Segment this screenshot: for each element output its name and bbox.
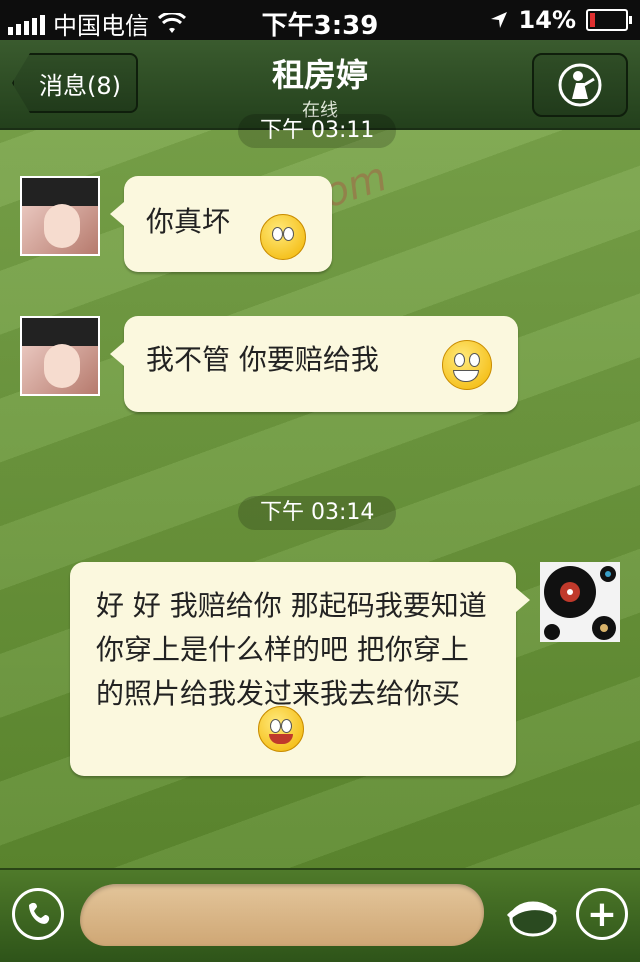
plus-icon: + [586, 893, 618, 935]
plus-button[interactable]: + [576, 888, 628, 940]
message-text: 我不管 你要赔给我 [146, 343, 379, 376]
timestamp: 下午 03:14 [238, 496, 397, 530]
emoticon-button[interactable] [502, 884, 562, 944]
cap-icon [507, 901, 557, 937]
my-avatar[interactable] [540, 562, 620, 642]
contact-avatar[interactable] [20, 316, 100, 396]
status-right: 14% [489, 6, 632, 34]
voice-button[interactable] [12, 888, 64, 940]
message-input[interactable] [80, 884, 484, 946]
battery-icon [586, 9, 632, 31]
message-bubble[interactable]: 我不管 你要赔给我 [110, 316, 518, 412]
battery-fill [590, 13, 595, 27]
message-text: 你真坏 [146, 205, 231, 238]
timestamp: 下午 03:11 [238, 114, 397, 148]
grin-emoji-icon [442, 340, 492, 390]
smile-emoji-icon [260, 214, 306, 260]
chat-area[interactable]: 下午 03:11 52vwei.com 你真坏 我不管 你要赔给我 下午 03:… [0, 114, 640, 868]
contact-avatar[interactable] [20, 176, 100, 256]
vinyl-record-icon [540, 562, 620, 642]
golfer-icon [558, 63, 602, 107]
smile-emoji-icon [258, 706, 304, 752]
message-bubble[interactable]: 你真坏 [110, 176, 332, 272]
location-arrow-icon [490, 12, 507, 28]
message-text: 好 好 我赔给你 那起码我要知道你穿上是什么样的吧 把你穿上的照片给我发过来我去… [96, 589, 487, 710]
message-bubble-outgoing[interactable]: 好 好 我赔给你 那起码我要知道你穿上是什么样的吧 把你穿上的照片给我发过来我去… [70, 562, 530, 776]
profile-button[interactable] [532, 53, 628, 117]
input-bar: + [0, 868, 640, 962]
status-bar: 中国电信 下午3:39 14% [0, 0, 640, 41]
battery-percent: 14% [518, 6, 576, 34]
voice-icon [29, 902, 50, 924]
